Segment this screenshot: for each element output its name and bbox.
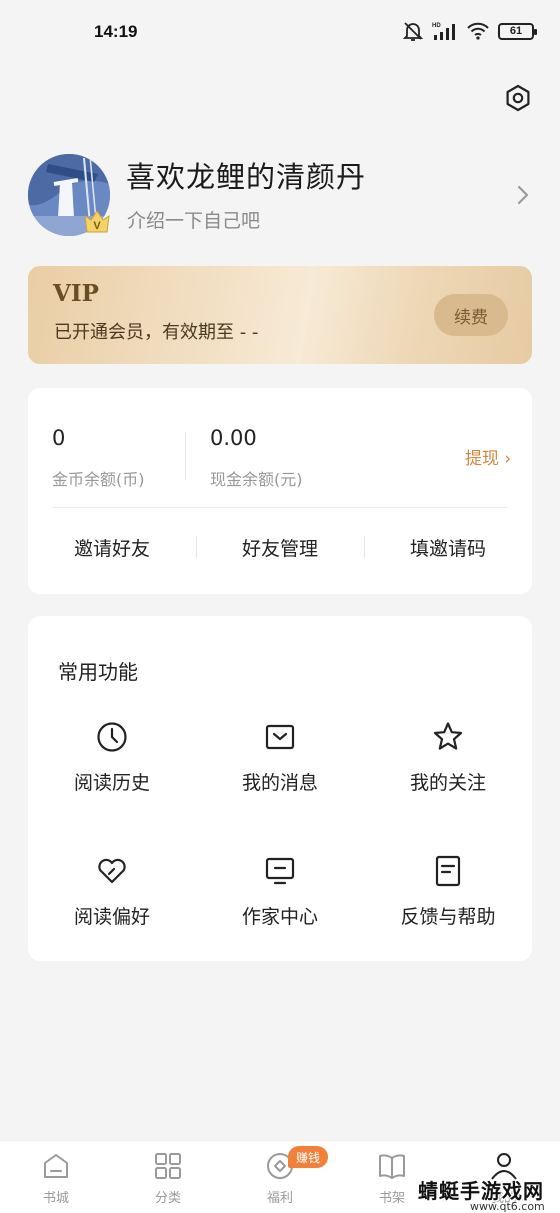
feedback-help-button[interactable]: 反馈与帮助 [364, 854, 532, 954]
withdraw-link[interactable]: 提现 › [465, 444, 511, 469]
my-follows-button[interactable]: 我的关注 [364, 720, 532, 820]
tab-category[interactable]: 分类 [128, 1151, 208, 1211]
section-title: 常用功能 [58, 660, 138, 684]
battery-indicator: 61 [498, 22, 537, 40]
tab-label: 分类 [154, 1191, 181, 1206]
divider [185, 432, 186, 480]
clock-icon [97, 722, 127, 752]
vip-crown-icon: V [84, 210, 110, 233]
settings-hexagon-icon [506, 84, 530, 112]
vip-title: VIP [53, 280, 99, 307]
status-bar: 14:19 HD 61 [0, 0, 560, 64]
tab-label: 福利 [266, 1191, 293, 1206]
coin-balance-value[interactable]: 0 [52, 426, 65, 450]
home-icon [44, 1154, 68, 1178]
renew-button[interactable]: 续费 [434, 294, 508, 336]
wifi-icon [467, 22, 489, 40]
function-label: 我的消息 [241, 772, 318, 794]
enter-invite-code-button[interactable]: 填邀请码 [364, 528, 532, 566]
vip-card[interactable]: VIP 已开通会员，有效期至 - - 续费 [28, 266, 532, 364]
tab-label: 书城 [42, 1191, 69, 1206]
function-label: 阅读偏好 [73, 906, 150, 928]
user-bio: 介绍一下自己吧 [127, 210, 261, 232]
invite-friends-button[interactable]: 邀请好友 [28, 528, 196, 566]
heart-icon [98, 858, 126, 884]
star-icon [433, 722, 463, 750]
function-label: 作家中心 [241, 906, 318, 928]
divider [52, 507, 508, 508]
message-box-icon [265, 724, 295, 750]
book-icon [379, 1154, 405, 1179]
cash-balance-label: 现金余额(元) [210, 470, 303, 489]
grid-icon [155, 1153, 181, 1179]
status-icons: HD 61 [402, 20, 537, 42]
author-center-button[interactable]: 作家中心 [196, 854, 364, 954]
profile-page: 14:19 HD 61 V 喜欢龙鲤的清颜丹 介绍一下自己吧 VIP 已开通会员… [0, 0, 560, 1213]
friend-management-button[interactable]: 好友管理 [196, 528, 364, 566]
document-icon [435, 855, 461, 887]
status-time: 14:19 [94, 22, 138, 41]
common-functions-card: 常用功能 阅读历史 我的消息 我的关注 阅读偏好 作家中心 反馈与帮助 [28, 616, 532, 961]
svg-text:V: V [93, 220, 101, 232]
profile-header[interactable]: V 喜欢龙鲤的清颜丹 介绍一下自己吧 [28, 150, 538, 240]
earn-badge: 赚钱 [288, 1146, 329, 1168]
reading-history-button[interactable]: 阅读历史 [28, 720, 196, 820]
coin-balance-label: 金币余额(币) [52, 470, 145, 489]
vip-description: 已开通会员，有效期至 - - [54, 322, 259, 343]
chevron-right-icon [517, 185, 529, 205]
signal-icon: HD [432, 23, 455, 40]
function-label: 反馈与帮助 [400, 906, 496, 928]
reading-preferences-button[interactable]: 阅读偏好 [28, 854, 196, 954]
cash-balance-value[interactable]: 0.00 [210, 426, 257, 450]
function-label: 我的关注 [409, 772, 486, 794]
my-messages-button[interactable]: 我的消息 [196, 720, 364, 820]
settings-button[interactable] [500, 80, 536, 116]
watermark-url: www.qt6.com [470, 1200, 545, 1213]
svg-text:HD: HD [432, 23, 441, 29]
mute-bell-icon [402, 22, 424, 41]
tab-bookstore[interactable]: 书城 [16, 1151, 96, 1211]
wallet-card: 0 金币余额(币) 0.00 现金余额(元) 提现 › 邀请好友 好友管理 填邀… [28, 388, 532, 594]
username: 喜欢龙鲤的清颜丹 [126, 160, 367, 194]
function-label: 阅读历史 [73, 772, 150, 794]
monitor-icon [265, 857, 295, 885]
